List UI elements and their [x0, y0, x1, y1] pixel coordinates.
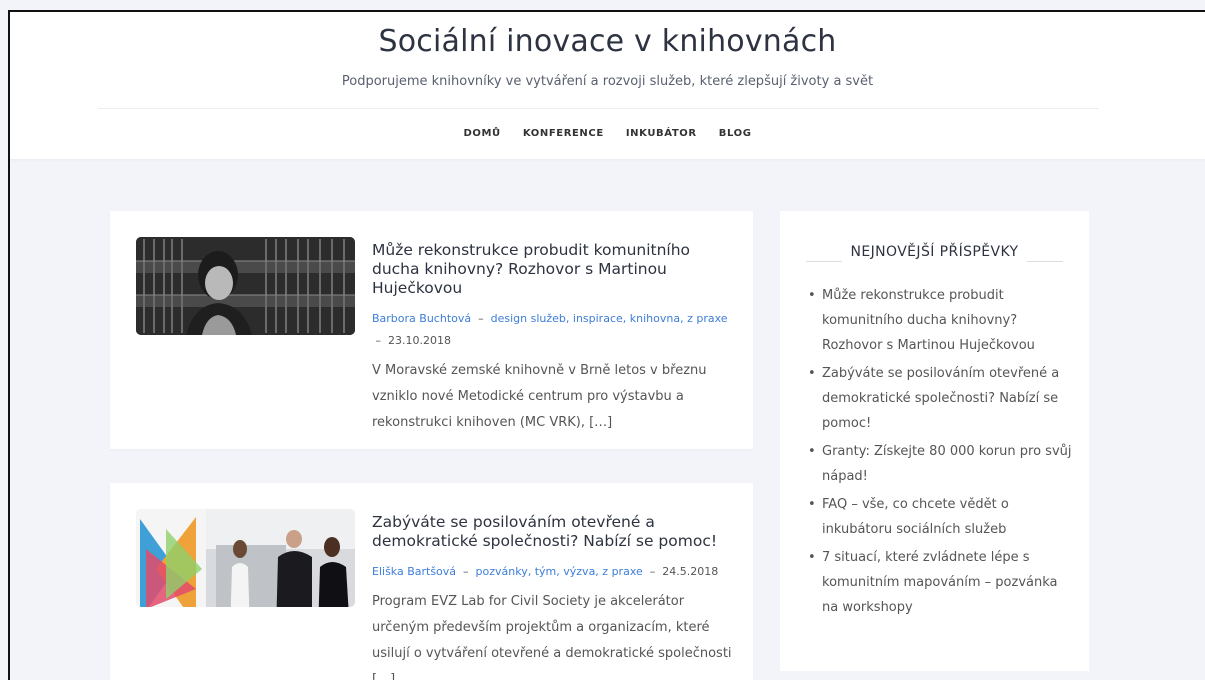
browser-viewport: Sociální inovace v knihovnách Podporujem…	[8, 10, 1205, 680]
site-description: Podporujeme knihovníky ve vytváření a ro…	[341, 74, 874, 89]
nav-item-domu[interactable]: DOMŮ	[463, 128, 500, 139]
recent-post-link[interactable]: Zabýváte se posilováním otevřené a demok…	[808, 361, 1077, 436]
sidebar-recent-posts: NEJNOVĚJŠÍ PŘÍSPĚVKY Může rekonstrukce p…	[780, 211, 1089, 671]
post-author[interactable]: Eliška Bartšová	[372, 565, 456, 578]
recent-post-link[interactable]: Granty: Získejte 80 000 korun pro svůj n…	[808, 439, 1077, 489]
nav-item-konference[interactable]: KONFERENCE	[523, 128, 604, 139]
post-date: 24.5.2018	[662, 565, 719, 578]
post-date: 23.10.2018	[388, 334, 451, 347]
recent-posts-list: Může rekonstrukce probudit komunitního d…	[806, 283, 1077, 623]
post-card: Může rekonstrukce probudit komunitního d…	[110, 211, 753, 449]
post-title[interactable]: Může rekonstrukce probudit komunitního d…	[372, 241, 732, 298]
post-categories[interactable]: design služeb, inspirace, knihovna, z pr…	[491, 312, 728, 325]
widget-title: NEJNOVĚJŠÍ PŘÍSPĚVKY	[850, 244, 1019, 260]
nav-item-inkubator[interactable]: INKUBÁTOR	[626, 128, 697, 139]
post-thumbnail[interactable]: evz	[136, 509, 355, 607]
site-title[interactable]: Sociální inovace v knihovnách	[10, 24, 1205, 59]
post-card: evz Zabýváte se posilováním otevřené a d…	[110, 483, 753, 680]
post-thumbnail[interactable]	[136, 237, 355, 335]
post-body: Může rekonstrukce probudit komunitního d…	[372, 241, 732, 436]
recent-post-link[interactable]: FAQ – vše, co chcete vědět o inkubátoru …	[808, 492, 1077, 542]
nav-item-blog[interactable]: BLOG	[719, 128, 752, 139]
post-author[interactable]: Barbora Buchtová	[372, 312, 471, 325]
site-header: Sociální inovace v knihovnách Podporujem…	[10, 12, 1205, 159]
event-photo-image: evz	[136, 509, 355, 607]
post-meta: Eliška Bartšová – pozvánky, tým, výzva, …	[372, 565, 719, 578]
post-title[interactable]: Zabýváte se posilováním otevřené a demok…	[372, 513, 732, 551]
portrait-photo-image	[136, 237, 355, 335]
widget-title-wrap: NEJNOVĚJŠÍ PŘÍSPĚVKY	[806, 241, 1063, 262]
post-excerpt: Program EVZ Lab for Civil Society je akc…	[372, 594, 732, 680]
post-excerpt: V Moravské zemské knihovně v Brně letos …	[372, 363, 707, 430]
post-meta: Barbora Buchtová – design služeb, inspir…	[372, 312, 728, 347]
recent-post-link[interactable]: 7 situací, které zvládnete lépe s komuni…	[808, 545, 1077, 620]
header-divider	[98, 108, 1099, 109]
post-body: Zabýváte se posilováním otevřené a demok…	[372, 513, 732, 680]
main-nav: DOMŮ KONFERENCE INKUBÁTOR BLOG	[10, 128, 1205, 139]
recent-post-link[interactable]: Může rekonstrukce probudit komunitního d…	[808, 283, 1077, 358]
post-categories[interactable]: pozvánky, tým, výzva, z praxe	[476, 565, 643, 578]
